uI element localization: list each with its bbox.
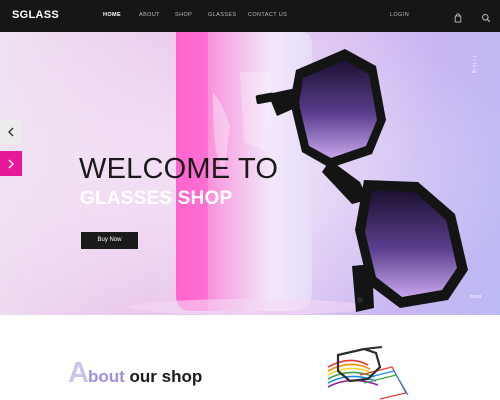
glasses-illustration <box>327 346 409 400</box>
about-heading-word-1: bout <box>87 367 125 386</box>
search-icon[interactable] <box>481 10 491 23</box>
hero-title-line-2: GLASSES SHOP <box>80 188 233 209</box>
nav-glasses[interactable]: GLASSES <box>208 12 236 18</box>
about-heading-initial: A <box>68 357 89 389</box>
social-links[interactable]: f t in ig <box>469 56 477 116</box>
nav-contact-us[interactable]: CONTACT US <box>248 12 287 18</box>
chevron-right-icon <box>8 159 14 169</box>
about-section: About our shop <box>0 315 500 400</box>
slide-indicator: 01/03 <box>470 294 482 299</box>
nav-home[interactable]: HOME <box>103 12 121 18</box>
chevron-left-icon <box>8 127 14 137</box>
slide-next-button[interactable] <box>0 151 22 176</box>
slide-prev-button[interactable] <box>0 119 22 144</box>
site-logo[interactable]: SGLASS <box>12 9 59 21</box>
login-link[interactable]: LOGIN <box>390 12 409 18</box>
nav-about[interactable]: ABOUT <box>139 12 160 18</box>
bag-icon[interactable] <box>453 10 463 23</box>
site-header: SGLASS HOME ABOUT SHOP GLASSES CONTACT U… <box>0 0 500 32</box>
hero-banner: WELCOME TO GLASSES SHOP Buy Now f t in i… <box>0 32 500 315</box>
nav-shop[interactable]: SHOP <box>175 12 192 18</box>
about-heading: About our shop <box>68 357 202 390</box>
hero-title-line-1: WELCOME TO <box>79 153 279 185</box>
buy-now-button[interactable]: Buy Now <box>81 232 138 249</box>
about-heading-word-2: our shop <box>124 367 203 386</box>
